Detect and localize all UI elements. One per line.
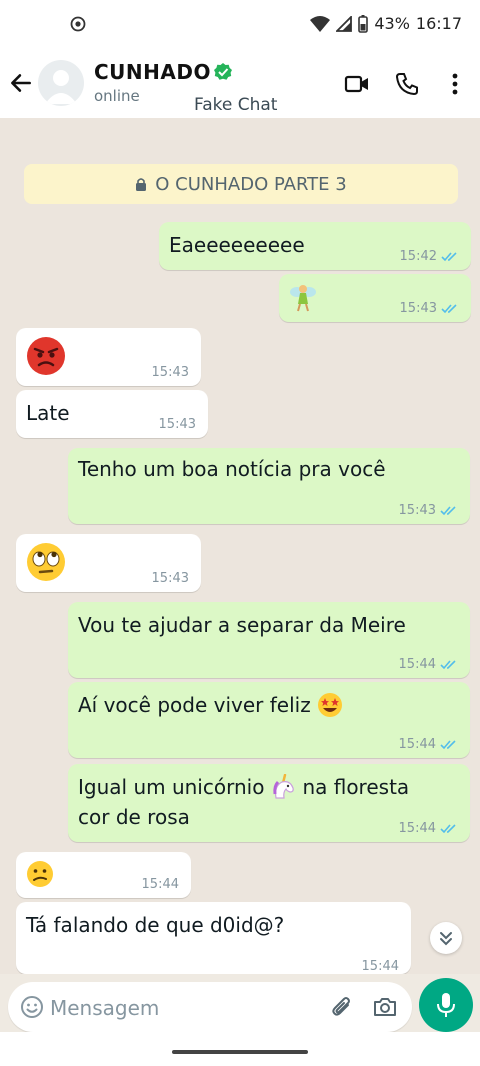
- message-time: 15:43: [151, 365, 189, 380]
- message-time: 15:43: [398, 503, 436, 518]
- message-composer[interactable]: Mensagem: [8, 982, 412, 1032]
- read-ticks-icon: [440, 740, 456, 750]
- incoming-message[interactable]: Tá falando de que d0id@? 15:44: [16, 902, 411, 974]
- signal-icon: [336, 15, 353, 32]
- message-meta: 15:44: [142, 877, 179, 892]
- attach-icon[interactable]: [330, 994, 354, 1020]
- status-bar: 43% 16:17: [0, 0, 480, 50]
- scroll-to-bottom-button[interactable]: [430, 922, 462, 954]
- chat-area[interactable]: O CUNHADO PARTE 3 Eaeeeeeeeee 15:42 15:4…: [0, 118, 480, 974]
- message-text: na floresta: [302, 775, 410, 799]
- message-time: 15:43: [399, 301, 437, 316]
- microphone-icon: [437, 993, 455, 1017]
- eye-roll-face-emoji-icon: [27, 543, 65, 581]
- message-meta: 15:44: [399, 737, 458, 752]
- outgoing-message[interactable]: Igual um unicórnio na floresta cor de ro…: [68, 764, 470, 842]
- message-line: Igual um unicórnio na floresta: [78, 772, 409, 802]
- message-text: Late: [26, 401, 70, 425]
- verified-badge-icon: [214, 63, 232, 80]
- more-options-icon[interactable]: [441, 70, 469, 98]
- outgoing-message[interactable]: Vou te ajudar a separar da Meire 15:44: [68, 602, 470, 678]
- message-meta: 15:44: [399, 821, 458, 836]
- emoji-icon[interactable]: [20, 995, 44, 1019]
- video-call-icon[interactable]: [343, 70, 371, 98]
- record-icon: [70, 16, 86, 32]
- incoming-message[interactable]: 15:44: [16, 852, 191, 898]
- angry-face-emoji-icon: [27, 337, 65, 375]
- camera-icon[interactable]: [372, 995, 398, 1019]
- system-nav-bar: [0, 1032, 480, 1066]
- chat-header: CUNHADO online Fake Chat: [0, 50, 480, 119]
- presence-status: online: [94, 87, 140, 105]
- read-ticks-icon: [440, 660, 456, 670]
- message-meta: 15:42: [400, 249, 459, 264]
- read-ticks-icon: [441, 304, 457, 314]
- message-meta: 15:44: [362, 959, 399, 974]
- fairy-emoji-icon: [290, 285, 316, 312]
- read-ticks-icon: [441, 252, 457, 262]
- message-meta: 15:44: [399, 657, 458, 672]
- double-chevron-down-icon: [440, 932, 452, 946]
- clock: 16:17: [415, 14, 462, 33]
- message-time: 15:44: [361, 959, 399, 974]
- back-arrow-icon[interactable]: [8, 70, 34, 96]
- status-right: 43% 16:17: [310, 14, 462, 33]
- outgoing-message[interactable]: 15:43: [279, 274, 471, 322]
- message-input[interactable]: Mensagem: [50, 996, 159, 1020]
- outgoing-message[interactable]: Tenho um boa notícia pra você 15:43: [68, 448, 470, 524]
- message-text: Tá falando de que d0id@?: [26, 913, 285, 937]
- lock-icon: [136, 178, 147, 191]
- voice-message-button[interactable]: [419, 978, 473, 1032]
- avatar[interactable]: [38, 60, 84, 106]
- message-text-row: Aí você pode viver feliz: [78, 690, 343, 720]
- message-time: 15:42: [399, 249, 437, 264]
- message-time: 15:44: [398, 821, 436, 836]
- message-text: Eaeeeeeeeee: [169, 233, 305, 257]
- outgoing-message[interactable]: Eaeeeeeeeee 15:42: [159, 222, 471, 270]
- battery-icon: [358, 14, 369, 33]
- read-ticks-icon: [440, 506, 456, 516]
- message-time: 15:44: [398, 737, 436, 752]
- message-text: Vou te ajudar a separar da Meire: [78, 613, 406, 637]
- message-text: cor de rosa: [78, 805, 190, 829]
- message-meta: 15:43: [400, 301, 459, 316]
- read-ticks-icon: [440, 824, 456, 834]
- message-meta: 15:43: [152, 571, 189, 586]
- chat-banner: O CUNHADO PARTE 3: [24, 164, 458, 204]
- message-text: Aí você pode viver feliz: [78, 693, 311, 717]
- message-meta: 15:43: [152, 365, 189, 380]
- message-text: Tenho um boa notícia pra você: [78, 457, 386, 481]
- banner-text: O CUNHADO PARTE 3: [155, 173, 347, 195]
- unicorn-emoji-icon: [273, 774, 295, 799]
- message-text-block: Igual um unicórnio na floresta cor de ro…: [78, 772, 409, 832]
- incoming-message[interactable]: Late 15:43: [16, 390, 208, 438]
- battery-percent: 43%: [374, 14, 410, 33]
- watermark-text: Fake Chat: [194, 95, 278, 115]
- wifi-icon: [310, 15, 331, 32]
- incoming-message[interactable]: 15:43: [16, 534, 201, 592]
- message-time: 15:43: [158, 417, 196, 432]
- incoming-message[interactable]: 15:43: [16, 328, 201, 386]
- contact-name[interactable]: CUNHADO: [94, 60, 211, 84]
- confused-face-emoji-icon: [27, 861, 53, 887]
- message-meta: 15:43: [399, 503, 458, 518]
- message-time: 15:44: [398, 657, 436, 672]
- message-meta: 15:43: [159, 417, 196, 432]
- message-text: Igual um unicórnio: [78, 775, 265, 799]
- voice-call-icon[interactable]: [393, 70, 421, 98]
- default-avatar-icon: [45, 70, 77, 104]
- message-time: 15:43: [151, 571, 189, 586]
- outgoing-message[interactable]: Aí você pode viver feliz 15:44: [68, 682, 470, 758]
- message-time: 15:44: [141, 877, 179, 892]
- home-gesture-bar[interactable]: [172, 1050, 308, 1054]
- star-struck-emoji-icon: [317, 693, 342, 717]
